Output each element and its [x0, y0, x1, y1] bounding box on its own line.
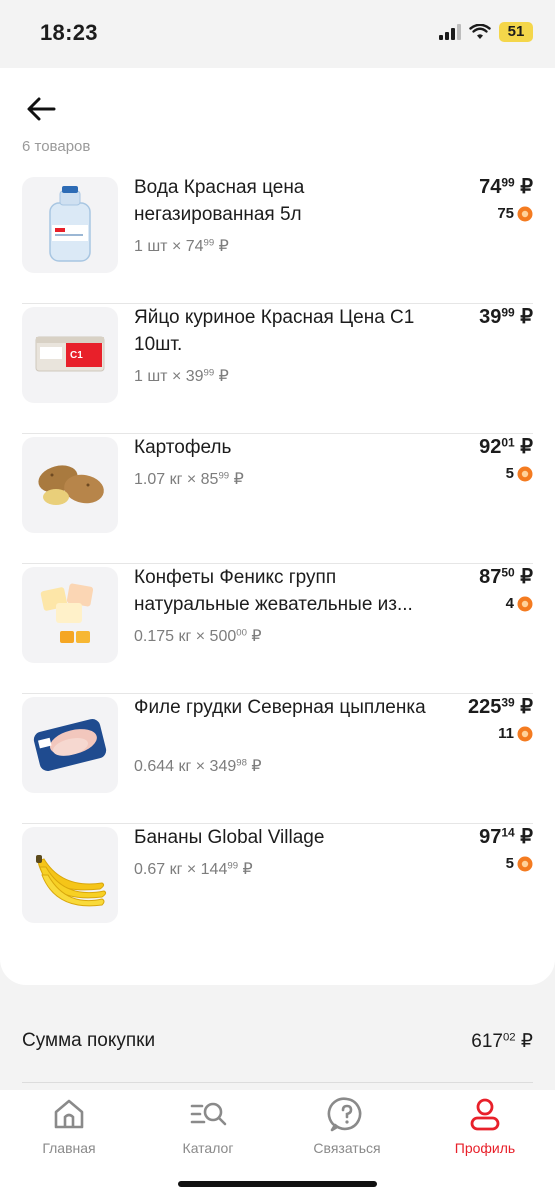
bonus-coin-icon: [517, 466, 533, 481]
tab-home[interactable]: Главная: [4, 1094, 134, 1162]
purchase-total-value: 61702 ₽: [471, 1031, 533, 1052]
item-quantity: 1 шт × 3999 ₽: [134, 367, 229, 385]
tab-profile[interactable]: Профиль: [420, 1094, 550, 1162]
list-item[interactable]: Бананы Global Village 0.67 кг × 14499 ₽ …: [22, 824, 533, 954]
item-price: 22539 ₽: [467, 695, 533, 718]
item-name: Филе грудки Северная цыпленка: [134, 697, 426, 718]
list-item[interactable]: Филе грудки Северная цыпленка 0.644 кг ×…: [22, 694, 533, 824]
bonus-coin-icon: [517, 206, 533, 221]
item-quantity: 0.644 кг × 34998 ₽: [134, 757, 262, 775]
item-quantity: 1 шт × 7499 ₽: [134, 237, 229, 255]
purchase-total-label: Сумма покупки: [22, 1030, 156, 1051]
item-price: 9201 ₽: [479, 435, 533, 458]
item-name: Яйцо куриное Красная Цена С1 10шт.: [134, 307, 415, 355]
cellular-signal-icon: [439, 24, 461, 40]
list-item[interactable]: Вода Красная цена негазированная 5л 1 шт…: [22, 174, 533, 304]
purchase-total-row: Сумма покупки 61702 ₽: [22, 1030, 533, 1056]
item-name: Конфеты Феникс групп натуральные жевател…: [134, 567, 413, 615]
bonus-points: 5: [506, 855, 533, 872]
svg-text:C1: C1: [70, 350, 83, 361]
home-indicator: [178, 1181, 377, 1187]
item-name: Картофель: [134, 437, 232, 458]
bonus-points: 11: [498, 725, 533, 742]
item-name: Вода Красная цена негазированная 5л: [134, 177, 305, 225]
catalog-search-icon: [190, 1102, 227, 1126]
item-price: 8750 ₽: [479, 565, 533, 588]
tab-home-label: Главная: [42, 1140, 96, 1156]
tab-catalog[interactable]: Каталог: [143, 1094, 273, 1162]
tab-profile-label: Профиль: [454, 1140, 516, 1156]
bonus-coin-icon: [517, 856, 533, 871]
tab-contact[interactable]: Связаться: [282, 1094, 412, 1162]
tab-contact-label: Связаться: [313, 1140, 381, 1156]
arrow-left-icon: [27, 97, 56, 121]
home-icon: [54, 1099, 84, 1129]
egg-carton-icon: C1: [22, 307, 118, 403]
item-name: Бананы Global Village: [134, 827, 325, 848]
bonus-points: 75: [497, 205, 533, 222]
item-list: Вода Красная цена негазированная 5л 1 шт…: [22, 174, 533, 954]
item-price: 3999 ₽: [479, 305, 533, 328]
items-count-caption: 6 товаров: [22, 138, 91, 155]
bonus-points: 5: [506, 465, 533, 482]
back-button[interactable]: [24, 94, 62, 124]
water-bottle-icon: [22, 177, 118, 273]
item-price: 7499 ₽: [479, 175, 533, 198]
item-quantity: 0.175 кг × 50000 ₽: [134, 627, 262, 645]
help-chat-icon: [327, 1097, 362, 1132]
bonus-coin-icon: [517, 726, 533, 741]
item-price: 9714 ₽: [479, 825, 533, 848]
candy-icon: [22, 567, 118, 663]
potato-icon: [22, 437, 118, 533]
status-icons: 51: [439, 22, 533, 42]
battery-indicator: 51: [499, 22, 533, 42]
bonus-coin-icon: [517, 596, 533, 611]
list-item[interactable]: Конфеты Феникс групп натуральные жевател…: [22, 564, 533, 694]
profile-icon: [470, 1098, 500, 1131]
status-time: 18:23: [40, 20, 98, 45]
banana-icon: [22, 827, 118, 923]
list-item[interactable]: Картофель 1.07 кг × 8599 ₽ 9201 ₽ 5: [22, 434, 533, 564]
tab-catalog-label: Каталог: [182, 1140, 234, 1156]
wifi-icon: [469, 24, 491, 39]
order-details-card: 6 товаров Вода Красная цена негазированн…: [0, 68, 555, 985]
chicken-fillet-icon: [22, 697, 118, 793]
status-bar: 18:23 51: [0, 0, 555, 68]
item-quantity: 1.07 кг × 8599 ₽: [134, 470, 244, 488]
divider: [22, 1082, 533, 1083]
item-quantity: 0.67 кг × 14499 ₽: [134, 860, 253, 878]
list-item[interactable]: C1 Яйцо куриное Красная Цена С1 10шт. 1 …: [22, 304, 533, 434]
bonus-points: 4: [506, 595, 533, 612]
